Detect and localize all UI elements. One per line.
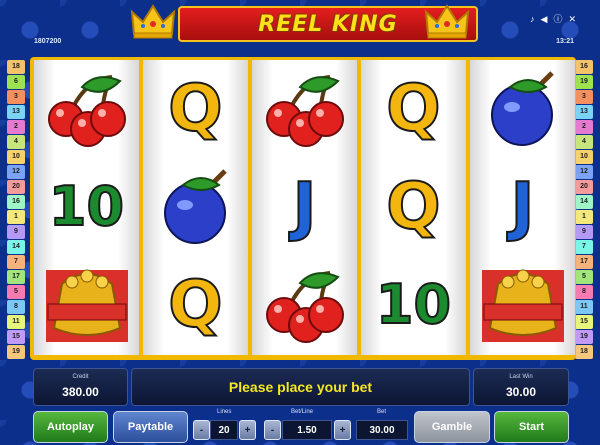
reel-2: QQ bbox=[143, 60, 248, 355]
cherry-symbol bbox=[34, 60, 139, 158]
payline-number: 19 bbox=[575, 75, 593, 89]
bet-value: 30.00 bbox=[356, 420, 408, 440]
game-id: 1807200 bbox=[34, 38, 62, 45]
payline-number: 13 bbox=[575, 105, 593, 119]
message-display: Please place your bet bbox=[131, 368, 470, 406]
start-button[interactable]: Start bbox=[494, 411, 569, 443]
payline-number: 8 bbox=[7, 300, 25, 314]
payline-number: 1 bbox=[575, 210, 593, 224]
reel-4: Q Q 10 bbox=[361, 60, 466, 355]
payline-number: 4 bbox=[7, 135, 25, 149]
reel-5: J bbox=[470, 60, 575, 355]
crown-icon bbox=[130, 4, 176, 40]
bet-label: Bet bbox=[377, 409, 387, 415]
bet-line-decrease-button[interactable]: - bbox=[264, 420, 281, 440]
payline-number: 16 bbox=[7, 195, 25, 209]
plum-symbol bbox=[143, 158, 248, 256]
lines-value: 20 bbox=[210, 420, 238, 440]
payline-number: 11 bbox=[575, 300, 593, 314]
payline-number: 7 bbox=[575, 240, 593, 254]
payline-number: 14 bbox=[7, 240, 25, 254]
payline-number: 16 bbox=[575, 60, 593, 74]
status-message: Please place your bet bbox=[228, 379, 373, 395]
ten-symbol: 10 bbox=[48, 175, 125, 238]
close-icon[interactable]: ✕ bbox=[568, 14, 576, 24]
paytable-button[interactable]: Paytable bbox=[113, 411, 188, 443]
q-symbol: Q bbox=[167, 268, 223, 342]
last-win-label: Last Win bbox=[509, 374, 533, 380]
j-symbol: J bbox=[292, 170, 318, 244]
payline-number: 10 bbox=[7, 150, 25, 164]
speaker-icon[interactable]: ◀ bbox=[541, 14, 548, 24]
payline-number: 7 bbox=[7, 255, 25, 269]
credit-value: 380.00 bbox=[62, 385, 99, 399]
payline-number: 12 bbox=[575, 165, 593, 179]
lines-decrease-button[interactable]: - bbox=[193, 420, 210, 440]
payline-number: 10 bbox=[575, 150, 593, 164]
last-win-value: 30.00 bbox=[505, 385, 537, 399]
payline-number: 15 bbox=[7, 330, 25, 344]
payline-number: 17 bbox=[7, 270, 25, 284]
bet-line-increase-button[interactable]: + bbox=[334, 420, 351, 440]
clock: 13:21 bbox=[556, 38, 574, 45]
reel-3: J bbox=[252, 60, 357, 355]
jackpot-symbol bbox=[34, 256, 139, 354]
music-note-icon[interactable]: ♪ bbox=[530, 14, 535, 24]
q-symbol: Q bbox=[385, 72, 441, 146]
q-symbol: Q bbox=[385, 170, 441, 244]
j-symbol: J bbox=[510, 170, 536, 244]
reel-1: 10 bbox=[34, 60, 139, 355]
payline-number: 1 bbox=[7, 210, 25, 224]
payline-number: 8 bbox=[575, 285, 593, 299]
q-symbol: Q bbox=[167, 72, 223, 146]
autoplay-button[interactable]: Autoplay bbox=[33, 411, 108, 443]
gamble-button[interactable]: Gamble bbox=[414, 411, 490, 443]
payline-number: 17 bbox=[575, 255, 593, 269]
info-icon[interactable]: ⓘ bbox=[553, 14, 562, 24]
reels: 10 Q Q J Q Q 10 J bbox=[34, 60, 575, 355]
payline-number: 2 bbox=[575, 120, 593, 134]
payline-number: 3 bbox=[7, 90, 25, 104]
lines-increase-button[interactable]: + bbox=[239, 420, 256, 440]
line-numbers-left: 18 6 3 13 2 4 10 12 20 16 1 9 14 7 17 5 8 11 15 19 bbox=[7, 60, 25, 360]
payline-number: 2 bbox=[7, 120, 25, 134]
last-win-display: Last Win 30.00 bbox=[473, 368, 569, 406]
payline-number: 3 bbox=[575, 90, 593, 104]
payline-number: 18 bbox=[7, 60, 25, 74]
payline-number: 14 bbox=[575, 195, 593, 209]
payline-number: 19 bbox=[7, 345, 25, 359]
payline-number: 11 bbox=[7, 315, 25, 329]
cherry-symbol bbox=[252, 256, 357, 354]
credit-label: Credit bbox=[72, 374, 89, 380]
crown-icon bbox=[424, 4, 470, 40]
payline-number: 9 bbox=[7, 225, 25, 239]
bet-per-line-value: 1.50 bbox=[282, 420, 332, 440]
lines-label: Lines bbox=[217, 409, 232, 415]
credit-display: Credit 380.00 bbox=[33, 368, 128, 406]
payline-number: 20 bbox=[7, 180, 25, 194]
payline-number: 5 bbox=[575, 270, 593, 284]
jackpot-symbol bbox=[470, 256, 575, 354]
payline-number: 9 bbox=[575, 225, 593, 239]
payline-number: 19 bbox=[575, 330, 593, 344]
cherry-symbol bbox=[252, 60, 357, 158]
game-title: REEL KING bbox=[258, 11, 398, 37]
payline-number: 5 bbox=[7, 285, 25, 299]
top-bar: REEL KING 1807200 ♪ ◀ ⓘ ✕ 13:21 bbox=[0, 0, 600, 50]
system-icons: ♪ ◀ ⓘ ✕ bbox=[530, 14, 576, 24]
payline-number: 15 bbox=[575, 315, 593, 329]
plum-symbol bbox=[470, 60, 575, 158]
bet-per-line-label: Bet/Line bbox=[291, 409, 314, 415]
line-numbers-right: 16 19 3 13 2 4 10 12 20 14 1 9 7 17 5 8 11 15 19 18 bbox=[575, 60, 593, 360]
payline-number: 4 bbox=[575, 135, 593, 149]
payline-number: 6 bbox=[7, 75, 25, 89]
payline-number: 12 bbox=[7, 165, 25, 179]
payline-number: 13 bbox=[7, 105, 25, 119]
ten-symbol: 10 bbox=[375, 273, 452, 336]
payline-number: 18 bbox=[575, 345, 593, 359]
payline-number: 20 bbox=[575, 180, 593, 194]
